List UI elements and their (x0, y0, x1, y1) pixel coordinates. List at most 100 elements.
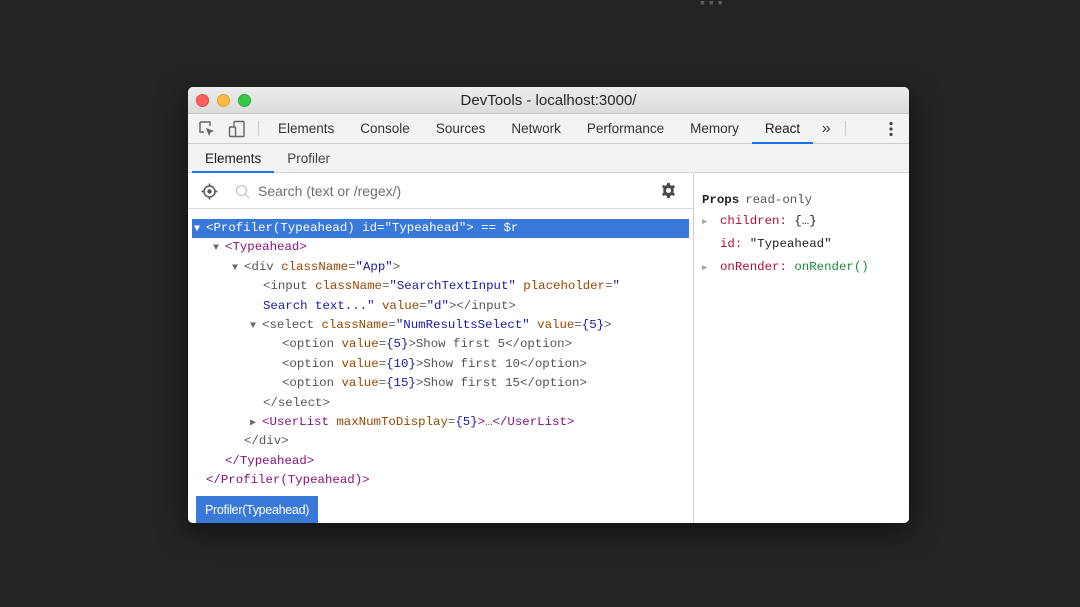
tab-memory[interactable]: Memory (677, 114, 752, 143)
tree-close-bracket: > (466, 221, 474, 235)
tree-tag-name: Typeahead (232, 240, 300, 255)
subtab-profiler[interactable]: Profiler (274, 144, 343, 172)
prop-key: id (720, 237, 735, 251)
tree-row-typeahead-close[interactable]: </Typeahead> (192, 452, 689, 471)
collapsed-ellipsis: … (485, 414, 493, 429)
tree-tag-name: UserList (507, 414, 567, 429)
tree-attr-value: Search text..." (263, 298, 375, 313)
tree-attr-name: value (537, 317, 575, 332)
tree-row-profiler[interactable]: ▼ <Profiler(Typeahead) id="Typeahead"> ==… (192, 219, 689, 239)
inspect-element-icon[interactable] (192, 114, 222, 143)
tab-sources[interactable]: Sources (423, 114, 499, 143)
tree-row-input-continued[interactable]: Search text..." value="d"></input> (192, 297, 689, 316)
main-toolbar: Elements Console Sources Network Perform… (188, 114, 909, 144)
tree-attr-name: className (281, 259, 349, 274)
tree-row-option[interactable]: <option value={5}>Show first 5</option> (192, 335, 689, 354)
tree-attr-name: id (362, 221, 378, 235)
tree-attr-name: value (381, 298, 420, 313)
tree-close-tag: </select> (263, 395, 330, 410)
tree-close-tag: ></input> (448, 298, 516, 313)
option-text: Show first 15 (423, 376, 520, 391)
select-component-icon[interactable] (192, 183, 226, 200)
tree-tag-name: div (251, 259, 274, 274)
prop-key: children (720, 214, 780, 228)
tree-attr-value: {5} (581, 317, 605, 332)
tree-tag-name: Typeahead (239, 453, 307, 468)
search-input[interactable] (252, 183, 632, 199)
tree-attr-value: "NumResultsSelect" (395, 317, 530, 332)
component-tree: ▼ <Profiler(Typeahead) id="Typeahead"> ==… (192, 219, 689, 490)
props-header: Props read-only (702, 190, 869, 210)
tree-attr-name: className (315, 279, 382, 294)
collapse-arrow-icon[interactable]: ▼ (194, 220, 206, 239)
tree-close-tag: </div> (244, 434, 289, 449)
window-title: DevTools - localhost:3000/ (460, 92, 637, 109)
tree-row-select[interactable]: ▼ <select className="NumResultsSelect" va… (192, 316, 689, 335)
prop-row-children[interactable]: ▶ children: {…} (702, 210, 869, 233)
collapse-arrow-icon[interactable]: ▼ (250, 317, 262, 336)
tree-attr-name: value (341, 356, 379, 371)
toolbar-divider (258, 121, 259, 136)
tree-row-div[interactable]: ▼ <div className="App"> (192, 258, 689, 277)
tab-elements[interactable]: Elements (265, 114, 347, 143)
tab-react[interactable]: React (751, 114, 814, 144)
background-glyph: ▪ ▪ ▪ (700, 0, 723, 10)
react-subtabs: Elements Profiler (188, 144, 909, 173)
component-tree-pane: ▼<Profiler(Typeahead) id="Typeahead"> ==… (188, 174, 694, 523)
tree-attr-value: {5} (455, 414, 478, 429)
props-panel: Props read-only ▶ children: {…} id: "Typea… (702, 190, 869, 279)
kebab-menu-icon[interactable] (881, 114, 901, 144)
tab-console[interactable]: Console (347, 114, 423, 143)
prop-value: "Typeahead" (749, 237, 832, 251)
more-tabs-button[interactable]: » (813, 114, 839, 143)
collapse-arrow-icon[interactable]: ▼ (213, 239, 225, 258)
search-bar (188, 174, 693, 209)
breadcrumb[interactable]: Profiler(Typeahead) (196, 496, 319, 523)
tree-attr-value: " (612, 279, 620, 294)
panel-body: ▼<Profiler(Typeahead) id="Typeahead"> ==… (188, 174, 909, 523)
toolbar-divider (845, 121, 847, 136)
tree-attr-name: placeholder (523, 279, 606, 294)
device-toolbar-icon[interactable] (222, 114, 252, 143)
tree-attr-value: "d" (426, 298, 449, 313)
prop-row-id[interactable]: id: "Typeahead" (702, 233, 869, 256)
tree-row-profiler-close[interactable]: </Profiler(Typeahead)> (192, 471, 689, 490)
tree-attr-value: {15} (386, 376, 416, 391)
option-text: Show first 10 (423, 356, 520, 371)
tree-row-userlist[interactable]: ▶ <UserList maxNumToDisplay={5}>…</UserLi… (192, 413, 689, 432)
expand-arrow-icon[interactable]: ▶ (250, 414, 262, 433)
tree-row-input[interactable]: <input className="SearchTextInput" place… (192, 277, 689, 296)
tree-tag-name: Profiler(Typeahead) (213, 221, 355, 235)
tree-attr-value: {10} (386, 356, 416, 371)
expand-arrow-icon[interactable]: ▶ (702, 257, 720, 280)
prop-key: onRender (720, 260, 780, 274)
readonly-label: read-only (745, 193, 813, 207)
subtab-elements[interactable]: Elements (192, 144, 275, 173)
tree-attr-name: value (341, 376, 379, 391)
title-bar: DevTools - localhost:3000/ (188, 87, 909, 114)
prop-value: {…} (794, 214, 817, 228)
tree-tag-name: select (269, 317, 315, 332)
tree-tag-name: Profiler(Typeahead) (220, 473, 363, 488)
tree-attr-value: "Typeahead" (384, 221, 467, 235)
tab-network[interactable]: Network (498, 114, 574, 143)
option-text: Show first 5 (415, 337, 506, 352)
tree-row-option[interactable]: <option value={10}>Show first 10</option… (192, 355, 689, 374)
props-pane: Props read-only ▶ children: {…} id: "Typea… (694, 174, 909, 523)
tree-row-div-close[interactable]: </div> (192, 432, 689, 451)
props-title: Props (702, 193, 740, 207)
tree-attr-name: value (341, 337, 379, 352)
tree-row-option[interactable]: <option value={15}>Show first 15</option… (192, 374, 689, 393)
gear-icon[interactable] (660, 182, 677, 204)
collapse-arrow-icon[interactable]: ▼ (232, 259, 244, 278)
devtools-window: DevTools - localhost:3000/ Elements Cons… (188, 87, 909, 523)
expand-arrow-icon[interactable]: ▶ (702, 211, 720, 234)
prop-row-onrender[interactable]: ▶ onRender: onRender() (702, 256, 869, 279)
tree-attr-value: "SearchTextInput" (389, 279, 516, 294)
tree-row-typeahead[interactable]: ▼ <Typeahead> (192, 238, 689, 257)
search-icon (232, 184, 252, 199)
tree-attr-value: "App" (355, 259, 393, 274)
tab-performance[interactable]: Performance (574, 114, 677, 143)
tree-row-select-close[interactable]: </select> (192, 394, 689, 413)
tree-attr-name: maxNumToDisplay (336, 414, 448, 429)
